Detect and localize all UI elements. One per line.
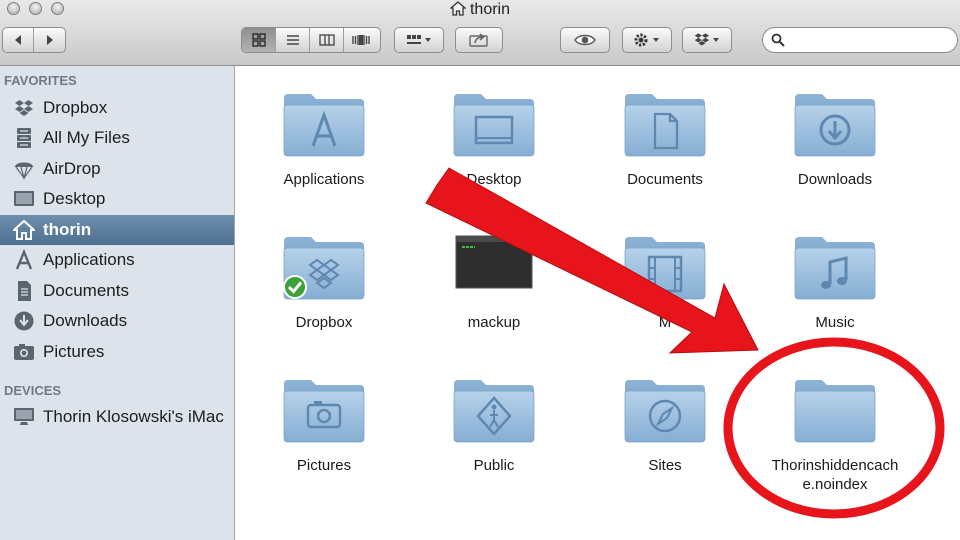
downloads-icon <box>12 309 36 333</box>
pictures-icon <box>12 340 36 364</box>
window-title: thorin <box>0 1 960 21</box>
downloads-folder-icon <box>792 88 878 158</box>
sidebar-item-desktop[interactable]: Desktop <box>0 184 234 214</box>
share-button[interactable] <box>455 27 503 53</box>
sidebar-item-downloads[interactable]: Downloads <box>0 306 234 336</box>
file-item-mackup[interactable]: mackup <box>409 231 579 332</box>
music-folder-icon <box>792 231 878 301</box>
search-icon <box>771 33 785 47</box>
sidebar-item-imac[interactable]: Thorin Klosowski's iMac <box>0 402 234 432</box>
dropbox-menu-button[interactable] <box>682 27 732 53</box>
documents-folder-icon <box>622 88 708 158</box>
window-toolbar: thorin <box>0 0 960 66</box>
quick-look-button[interactable] <box>560 27 610 53</box>
airdrop-icon <box>12 157 36 181</box>
columns-icon <box>318 34 335 46</box>
hidden-cache-label: Thorinshiddencach e.noindex <box>771 457 899 493</box>
desktop-folder-icon <box>451 88 537 158</box>
chevron-right-icon <box>46 35 53 45</box>
file-item-documents[interactable]: Documents <box>580 88 750 189</box>
synced-check-icon <box>283 275 307 299</box>
icon-view-button[interactable] <box>242 28 276 52</box>
pictures-folder-icon <box>281 374 367 444</box>
file-item-public[interactable]: Public <box>409 374 579 475</box>
file-item-movies[interactable]: M <box>580 231 750 332</box>
applications-icon <box>12 248 36 272</box>
cover-flow-icon <box>352 35 370 45</box>
sidebar-item-pictures[interactable]: Pictures <box>0 337 234 367</box>
plain-folder-icon <box>792 374 878 444</box>
list-icon <box>286 35 299 45</box>
file-item-desktop[interactable]: Desktop <box>409 88 579 189</box>
file-icon-grid: Applications Desktop Documents Downloads… <box>236 67 960 540</box>
file-item-applications[interactable]: Applications <box>239 88 409 189</box>
all-files-icon <box>12 126 36 150</box>
search-field[interactable] <box>762 27 958 53</box>
sidebar-item-airdrop[interactable]: AirDrop <box>0 154 234 184</box>
eye-icon <box>574 34 596 46</box>
cover-flow-button[interactable] <box>344 28 378 52</box>
sidebar-item-applications[interactable]: Applications <box>0 245 234 275</box>
view-mode-control <box>241 27 381 53</box>
sidebar-item-documents[interactable]: Documents <box>0 276 234 306</box>
back-button[interactable] <box>3 28 34 52</box>
sidebar-item-all-my-files[interactable]: All My Files <box>0 123 234 153</box>
list-view-button[interactable] <box>276 28 310 52</box>
movies-folder-icon <box>622 231 708 301</box>
devices-header: DEVICES <box>4 383 62 398</box>
dropbox-folder-icon <box>281 231 367 301</box>
dropbox-icon <box>12 96 36 120</box>
sidebar-item-thorin[interactable]: thorin <box>0 215 234 245</box>
dropbox-icon <box>694 33 719 46</box>
file-item-pictures[interactable]: Pictures <box>239 374 409 475</box>
favorites-header: FAVORITES <box>4 73 77 88</box>
share-icon <box>469 33 488 47</box>
imac-icon <box>12 405 36 429</box>
file-item-thorinshiddencache[interactable]: Thorinshiddencach e.noindex <box>750 374 920 494</box>
file-item-dropbox[interactable]: Dropbox <box>239 231 409 332</box>
file-item-downloads[interactable]: Downloads <box>750 88 920 189</box>
arrange-icon <box>407 35 431 44</box>
desktop-icon <box>12 187 36 211</box>
back-forward-control <box>2 27 66 53</box>
documents-icon <box>12 279 36 303</box>
public-folder-icon <box>451 374 537 444</box>
chevron-left-icon <box>15 35 21 45</box>
action-menu-button[interactable] <box>622 27 672 53</box>
sidebar-item-dropbox[interactable]: Dropbox <box>0 93 234 123</box>
file-item-sites[interactable]: Sites <box>580 374 750 475</box>
sites-folder-icon <box>622 374 708 444</box>
home-icon <box>449 1 467 21</box>
forward-button[interactable] <box>34 28 65 52</box>
file-item-music[interactable]: Music <box>750 231 920 332</box>
grid-icon <box>251 33 266 47</box>
applications-folder-icon <box>281 88 367 158</box>
sidebar: FAVORITES Dropbox All My Files AirDrop D… <box>0 66 235 540</box>
home-icon <box>12 218 36 242</box>
arrange-button[interactable] <box>394 27 444 53</box>
gear-icon <box>634 33 659 47</box>
column-view-button[interactable] <box>310 28 344 52</box>
terminal-executable-icon <box>451 231 537 301</box>
